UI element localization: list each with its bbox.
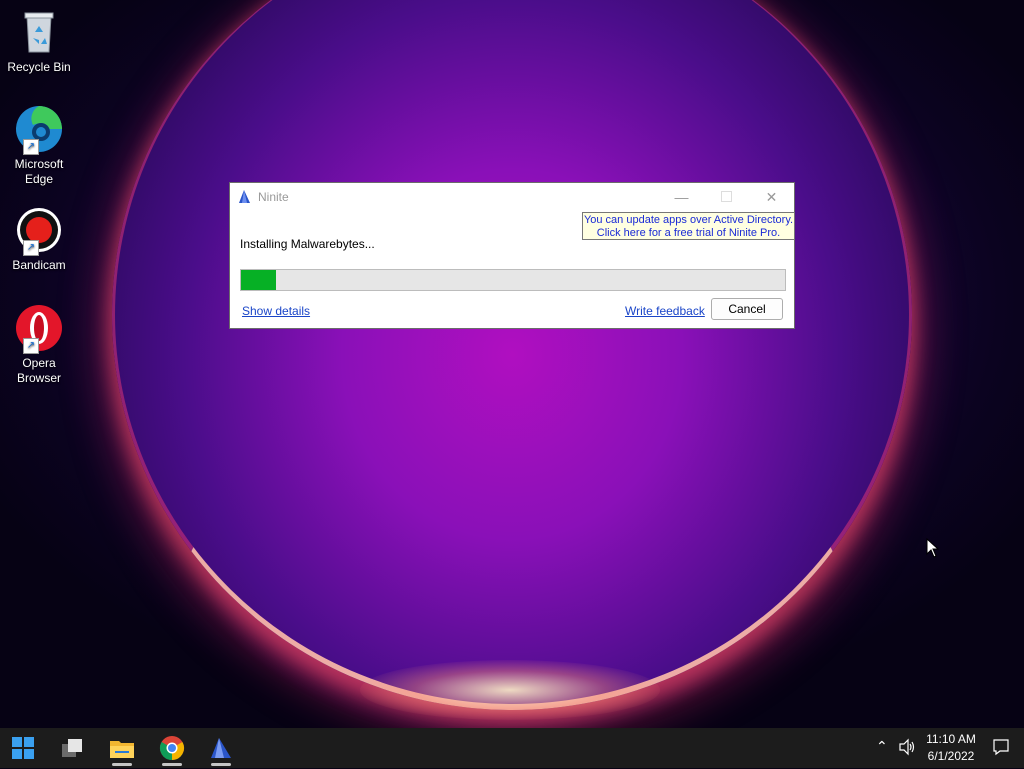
shortcut-arrow-icon: ↗ (23, 338, 39, 354)
desktop-icon-label: Opera (22, 356, 56, 370)
wallpaper-glow (360, 660, 660, 720)
show-hidden-icons-chevron-icon[interactable]: ⌃ (876, 738, 888, 755)
ninite-taskbar-button[interactable] (205, 732, 237, 766)
show-details-link[interactable]: Show details (242, 304, 310, 318)
edge-icon: ↗ (15, 105, 63, 155)
minimize-icon: — (674, 189, 689, 205)
volume-icon[interactable] (898, 738, 916, 759)
task-view-button[interactable] (56, 732, 88, 764)
desktop-icon-label: Edge (24, 172, 54, 186)
desktop-icon-label: Microsoft (14, 157, 64, 171)
desktop-icon-label: Recycle Bin (7, 60, 71, 74)
start-button[interactable] (7, 732, 39, 764)
clock-date[interactable]: 6/1/2022 (922, 749, 980, 763)
recycle-bin-icon (15, 8, 63, 56)
desktop-icon-bandicam[interactable]: ↗ Bandicam (4, 206, 74, 273)
opera-icon: ↗ (15, 304, 63, 354)
close-button[interactable]: ✕ (749, 183, 794, 211)
wallpaper-orb-rim (112, 0, 912, 710)
mouse-cursor-icon (926, 537, 940, 558)
desktop-wallpaper (0, 0, 1024, 728)
window-title: Ninite (258, 190, 289, 204)
install-progress-bar (240, 269, 786, 291)
ninite-pro-promo-link[interactable]: You can update apps over Active Director… (582, 212, 795, 240)
shortcut-arrow-icon: ↗ (23, 139, 39, 155)
file-explorer-button[interactable] (106, 732, 138, 766)
desktop-icon-recycle-bin[interactable]: Recycle Bin (4, 8, 74, 75)
write-feedback-link[interactable]: Write feedback (625, 304, 705, 318)
shortcut-arrow-icon: ↗ (23, 240, 39, 256)
ninite-icon (211, 738, 231, 758)
running-indicator (162, 763, 182, 766)
ninite-dialog: Ninite — ✕ You can update apps over Acti… (229, 182, 795, 329)
cancel-button[interactable]: Cancel (711, 298, 783, 320)
progress-fill (241, 270, 277, 290)
start-icon (12, 737, 34, 759)
maximize-icon (721, 191, 732, 202)
clock-time[interactable]: 11:10 AM (922, 732, 980, 746)
promo-line: You can update apps over Active Director… (583, 214, 794, 226)
file-explorer-icon (110, 741, 134, 758)
desktop-icon-edge[interactable]: ↗ Microsoft Edge (4, 105, 74, 187)
install-status: Installing Malwarebytes... (240, 237, 375, 251)
minimize-button[interactable]: — (659, 183, 704, 211)
promo-line: Click here for a free trial of Ninite Pr… (596, 227, 781, 239)
title-bar[interactable]: Ninite — ✕ (230, 183, 794, 213)
notifications-icon[interactable] (992, 738, 1010, 759)
taskbar: ⌃ 11:10 AM 6/1/2022 (0, 728, 1024, 768)
desktop-icon-label: Browser (16, 371, 61, 385)
running-indicator (211, 763, 231, 766)
ninite-icon (238, 190, 252, 204)
chrome-button[interactable] (156, 732, 188, 766)
desktop-icon-opera[interactable]: ↗ Opera Browser (4, 304, 74, 386)
task-view-icon (62, 739, 82, 757)
close-icon: ✕ (765, 189, 778, 205)
chrome-icon (159, 736, 185, 761)
running-indicator (112, 763, 132, 766)
desktop-icon-label: Bandicam (12, 258, 66, 272)
maximize-button[interactable] (704, 183, 749, 211)
bandicam-icon: ↗ (15, 206, 63, 256)
